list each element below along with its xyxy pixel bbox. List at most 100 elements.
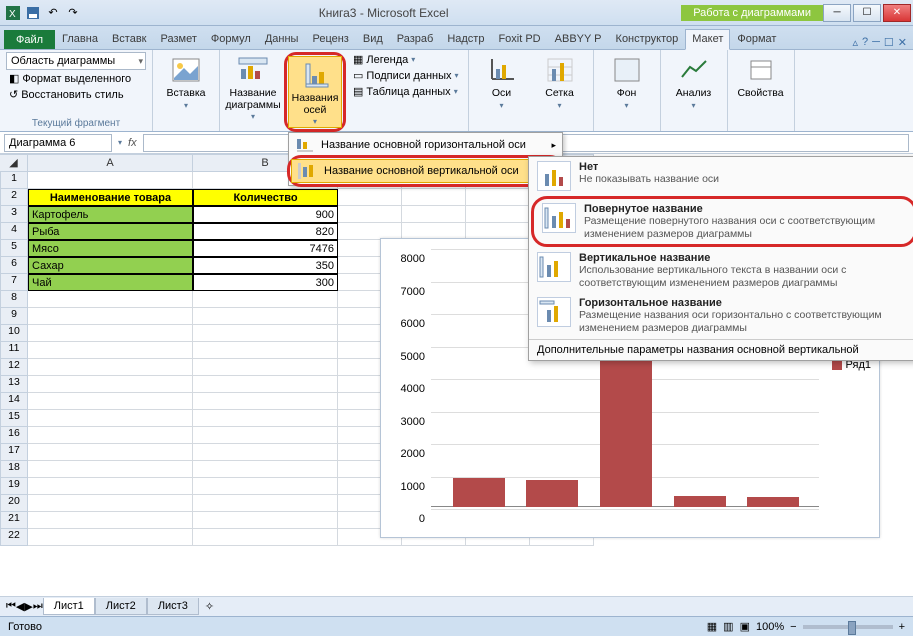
zoom-in-icon[interactable]: + xyxy=(899,621,905,633)
sheet-tab-2[interactable]: Лист2 xyxy=(95,598,147,615)
cell[interactable] xyxy=(28,427,193,444)
cell[interactable] xyxy=(28,495,193,512)
cell[interactable] xyxy=(28,359,193,376)
gridlines-button[interactable]: Сетка▾ xyxy=(533,52,587,110)
name-box[interactable]: Диаграмма 6 xyxy=(4,134,112,152)
cell[interactable]: Чай xyxy=(28,274,193,291)
cell[interactable] xyxy=(28,461,193,478)
row-header[interactable]: 8 xyxy=(0,291,28,308)
menu-vertical-axis-title[interactable]: Название основной вертикальной оси ▸ xyxy=(291,159,560,183)
row-header[interactable]: 6 xyxy=(0,257,28,274)
tab-chart-layout[interactable]: Макет xyxy=(685,29,730,50)
chart-bar[interactable] xyxy=(526,480,578,507)
cell[interactable] xyxy=(28,308,193,325)
maximize-button[interactable]: ☐ xyxy=(853,4,881,22)
properties-button[interactable]: Свойства xyxy=(734,52,788,100)
row-header[interactable]: 10 xyxy=(0,325,28,342)
cell[interactable] xyxy=(402,189,466,206)
tab-developer[interactable]: Разраб xyxy=(390,29,441,49)
sheet-nav-next-icon[interactable]: ▶ xyxy=(24,600,32,613)
row-header[interactable]: 17 xyxy=(0,444,28,461)
tab-insert[interactable]: Вставк xyxy=(105,29,154,49)
menu-horizontal-axis-title[interactable]: Название основной горизонтальной оси ▸ xyxy=(289,133,562,157)
doc-minimize-icon[interactable]: ─ xyxy=(872,36,880,49)
cell[interactable]: Картофель xyxy=(28,206,193,223)
data-labels-button[interactable]: ▭Подписи данных ▾ xyxy=(350,68,462,83)
cell[interactable] xyxy=(193,478,338,495)
row-header[interactable]: 4 xyxy=(0,223,28,240)
option-more-parameters[interactable]: Дополнительные параметры названия основн… xyxy=(529,339,913,360)
tab-file[interactable]: Файл xyxy=(4,30,55,49)
cell[interactable]: Наименование товара xyxy=(28,189,193,206)
cell[interactable]: Количество xyxy=(193,189,338,206)
tab-foxit[interactable]: Foxit PD xyxy=(491,29,547,49)
tab-review[interactable]: Реценз xyxy=(305,29,355,49)
axes-button[interactable]: Оси▾ xyxy=(475,52,529,110)
cell[interactable]: 7476 xyxy=(193,240,338,257)
tab-abbyy[interactable]: ABBYY P xyxy=(548,29,609,49)
row-header[interactable]: 1 xyxy=(0,172,28,189)
cell[interactable]: Мясо xyxy=(28,240,193,257)
option-none[interactable]: НетНе показывать название оси xyxy=(529,157,913,195)
sheet-tab-3[interactable]: Лист3 xyxy=(147,598,199,615)
cell[interactable] xyxy=(193,393,338,410)
row-header[interactable]: 21 xyxy=(0,512,28,529)
col-header-a[interactable]: A xyxy=(28,154,193,172)
tab-addins[interactable]: Надстр xyxy=(440,29,491,49)
cell[interactable]: 300 xyxy=(193,274,338,291)
cell[interactable] xyxy=(28,444,193,461)
cell[interactable] xyxy=(193,359,338,376)
format-selection-button[interactable]: ◧Формат выделенного xyxy=(6,71,146,86)
analysis-button[interactable]: Анализ▾ xyxy=(667,52,721,110)
cell[interactable] xyxy=(193,308,338,325)
row-header[interactable]: 2 xyxy=(0,189,28,206)
cell[interactable] xyxy=(193,512,338,529)
view-normal-icon[interactable]: ▦ xyxy=(707,620,717,633)
chart-bar[interactable] xyxy=(453,478,505,507)
tab-design[interactable]: Конструктор xyxy=(609,29,686,49)
cell[interactable] xyxy=(193,342,338,359)
sheet-nav-first-icon[interactable]: ⏮ xyxy=(6,600,16,613)
row-header[interactable]: 5 xyxy=(0,240,28,257)
close-button[interactable]: ✕ xyxy=(883,4,911,22)
cell[interactable] xyxy=(193,291,338,308)
row-header[interactable]: 14 xyxy=(0,393,28,410)
cell[interactable] xyxy=(193,461,338,478)
doc-close-icon[interactable]: ✕ xyxy=(898,36,907,49)
axis-titles-button[interactable]: Названия осей▾ xyxy=(288,56,342,128)
chart-bar[interactable] xyxy=(747,497,799,507)
data-table-button[interactable]: ▤Таблица данных ▾ xyxy=(350,84,462,99)
tab-format[interactable]: Формат xyxy=(730,29,783,49)
cell[interactable] xyxy=(193,427,338,444)
cell[interactable] xyxy=(402,206,466,223)
background-button[interactable]: Фон▾ xyxy=(600,52,654,110)
chart-bar[interactable] xyxy=(674,496,726,507)
namebox-dropdown-icon[interactable]: ▾ xyxy=(118,138,122,147)
ribbon-minimize-icon[interactable]: ▵ xyxy=(852,36,858,49)
row-header[interactable]: 12 xyxy=(0,359,28,376)
cell[interactable] xyxy=(338,206,402,223)
fx-icon[interactable]: fx xyxy=(128,137,137,149)
tab-layout[interactable]: Размет xyxy=(154,29,204,49)
row-header[interactable]: 3 xyxy=(0,206,28,223)
save-icon[interactable] xyxy=(24,4,42,22)
option-horizontal-title[interactable]: Горизонтальное названиеРазмещение назван… xyxy=(529,293,913,338)
cell[interactable] xyxy=(28,393,193,410)
sheet-tab-1[interactable]: Лист1 xyxy=(43,598,95,615)
cell[interactable] xyxy=(193,495,338,512)
tab-view[interactable]: Вид xyxy=(356,29,390,49)
chart-element-selector[interactable]: Область диаграммы xyxy=(6,52,146,70)
row-header[interactable]: 19 xyxy=(0,478,28,495)
cell[interactable] xyxy=(28,325,193,342)
view-pagebreak-icon[interactable]: ▣ xyxy=(740,620,750,633)
insert-button[interactable]: Вставка▾ xyxy=(159,52,213,110)
chart-title-button[interactable]: Название диаграммы▾ xyxy=(226,52,280,132)
cell[interactable]: 900 xyxy=(193,206,338,223)
cell[interactable] xyxy=(28,342,193,359)
option-vertical-title[interactable]: Вертикальное названиеИспользование верти… xyxy=(529,248,913,293)
cell[interactable] xyxy=(466,189,530,206)
row-header[interactable]: 11 xyxy=(0,342,28,359)
row-header[interactable]: 15 xyxy=(0,410,28,427)
minimize-button[interactable]: ─ xyxy=(823,4,851,22)
cell[interactable] xyxy=(28,376,193,393)
